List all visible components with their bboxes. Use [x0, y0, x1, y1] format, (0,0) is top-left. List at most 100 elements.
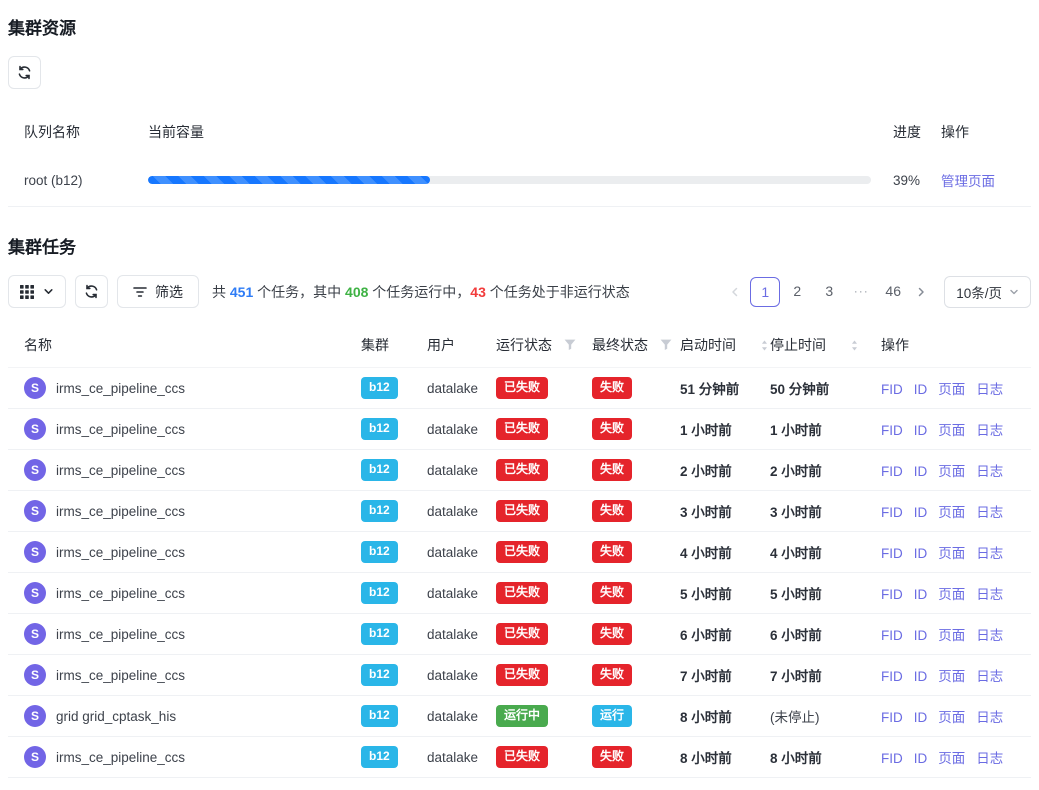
page-link[interactable]: 页面 — [938, 751, 965, 766]
fid-link[interactable]: FID — [881, 628, 903, 643]
capacity-header: 当前容量 — [148, 122, 893, 142]
fid-link[interactable]: FID — [881, 464, 903, 479]
running-count: 408 — [345, 284, 368, 300]
id-link[interactable]: ID — [914, 423, 928, 438]
fid-link[interactable]: FID — [881, 546, 903, 561]
name-header: 名称 — [8, 324, 345, 368]
page-link[interactable]: 页面 — [938, 669, 965, 684]
column-settings-button[interactable] — [8, 275, 66, 308]
log-link[interactable]: 日志 — [976, 546, 1003, 561]
task-row: Sirms_ce_pipeline_ccs b12 datalake 已失败 失… — [8, 614, 1031, 655]
avatar: S — [24, 459, 46, 481]
log-link[interactable]: 日志 — [976, 464, 1003, 479]
log-link[interactable]: 日志 — [976, 587, 1003, 602]
run-status-badge: 运行中 — [496, 705, 548, 727]
log-link[interactable]: 日志 — [976, 382, 1003, 397]
log-link[interactable]: 日志 — [976, 669, 1003, 684]
cluster-badge: b12 — [361, 500, 398, 522]
next-page-icon[interactable] — [908, 277, 934, 307]
page-link[interactable]: 页面 — [938, 628, 965, 643]
page-3[interactable]: 3 — [814, 277, 844, 307]
log-link[interactable]: 日志 — [976, 751, 1003, 766]
fid-link[interactable]: FID — [881, 587, 903, 602]
page-link[interactable]: 页面 — [938, 505, 965, 520]
task-user: datalake — [411, 532, 480, 573]
filter-button[interactable]: 筛选 — [117, 275, 199, 308]
fid-link[interactable]: FID — [881, 505, 903, 520]
page-link[interactable]: 页面 — [938, 382, 965, 397]
stop-time: 4 小时前 — [770, 546, 822, 561]
log-link[interactable]: 日志 — [976, 710, 1003, 725]
log-link[interactable]: 日志 — [976, 505, 1003, 520]
start-time: 2 小时前 — [680, 464, 732, 479]
tasks-table: 名称 集群 用户 运行状态 最终状态 启动时间 — [8, 324, 1031, 778]
fid-link[interactable]: FID — [881, 423, 903, 438]
page-jump-ellipsis[interactable]: ··· — [846, 277, 876, 307]
id-link[interactable]: ID — [914, 546, 928, 561]
prev-page-icon — [722, 277, 748, 307]
task-user: datalake — [411, 737, 480, 778]
fid-link[interactable]: FID — [881, 669, 903, 684]
page-2[interactable]: 2 — [782, 277, 812, 307]
start-time-sort-icon[interactable] — [760, 339, 769, 352]
cluster-badge: b12 — [361, 705, 398, 727]
page-link[interactable]: 页面 — [938, 423, 965, 438]
page-1[interactable]: 1 — [750, 277, 780, 307]
cluster-badge: b12 — [361, 541, 398, 563]
avatar: S — [24, 623, 46, 645]
page-46[interactable]: 46 — [878, 277, 908, 307]
capacity-cell — [148, 176, 893, 184]
stop-time: 50 分钟前 — [770, 382, 829, 397]
manage-page-link[interactable]: 管理页面 — [941, 174, 995, 189]
fid-link[interactable]: FID — [881, 382, 903, 397]
filter-icon — [133, 286, 147, 298]
task-name: irms_ce_pipeline_ccs — [56, 750, 185, 765]
start-time: 8 小时前 — [680, 751, 732, 766]
task-user: datalake — [411, 573, 480, 614]
page-link[interactable]: 页面 — [938, 710, 965, 725]
id-link[interactable]: ID — [914, 464, 928, 479]
task-row: Sirms_ce_pipeline_ccs b12 datalake 已失败 失… — [8, 532, 1031, 573]
resources-refresh-button[interactable] — [8, 56, 41, 89]
final-status-filter-icon[interactable] — [660, 339, 672, 351]
tasks-table-header: 名称 集群 用户 运行状态 最终状态 启动时间 — [8, 324, 1031, 368]
resources-table: 队列名称 当前容量 进度 操作 root (b12) 39% 管理页面 — [8, 106, 1031, 207]
chevron-down-icon — [43, 286, 54, 297]
page-link[interactable]: 页面 — [938, 587, 965, 602]
avatar: S — [24, 418, 46, 440]
run-status-filter-icon[interactable] — [564, 339, 576, 351]
stop-time-sort-icon[interactable] — [850, 339, 859, 352]
tasks-refresh-button[interactable] — [75, 275, 108, 308]
id-link[interactable]: ID — [914, 505, 928, 520]
fid-link[interactable]: FID — [881, 751, 903, 766]
task-row: Sirms_ce_pipeline_ccs b12 datalake 已失败 失… — [8, 573, 1031, 614]
page-link[interactable]: 页面 — [938, 546, 965, 561]
page-size-select[interactable]: 10条/页 — [944, 276, 1031, 308]
page-link[interactable]: 页面 — [938, 464, 965, 479]
stopped-count: 43 — [470, 284, 486, 300]
avatar: S — [24, 705, 46, 727]
cluster-badge: b12 — [361, 459, 398, 481]
refresh-icon — [17, 65, 32, 80]
start-time: 1 小时前 — [680, 423, 732, 438]
log-link[interactable]: 日志 — [976, 423, 1003, 438]
id-link[interactable]: ID — [914, 587, 928, 602]
run-status-badge: 已失败 — [496, 500, 548, 522]
progress-value: 39% — [893, 173, 941, 188]
id-link[interactable]: ID — [914, 382, 928, 397]
start-time: 7 小时前 — [680, 669, 732, 684]
run-status-badge: 已失败 — [496, 459, 548, 481]
id-link[interactable]: ID — [914, 751, 928, 766]
id-link[interactable]: ID — [914, 710, 928, 725]
task-row: Sirms_ce_pipeline_ccs b12 datalake 已失败 失… — [8, 737, 1031, 778]
fid-link[interactable]: FID — [881, 710, 903, 725]
log-link[interactable]: 日志 — [976, 628, 1003, 643]
stop-time: 6 小时前 — [770, 628, 822, 643]
stop-time: 1 小时前 — [770, 423, 822, 438]
tasks-toolbar: 筛选 共 451 个任务，其中 408 个任务运行中，43 个任务处于非运行状态… — [8, 275, 1031, 308]
id-link[interactable]: ID — [914, 628, 928, 643]
id-link[interactable]: ID — [914, 669, 928, 684]
progress-bar — [148, 176, 871, 184]
final-status-badge: 失败 — [592, 623, 632, 645]
cluster-tasks-title: 集群任务 — [8, 233, 1031, 258]
